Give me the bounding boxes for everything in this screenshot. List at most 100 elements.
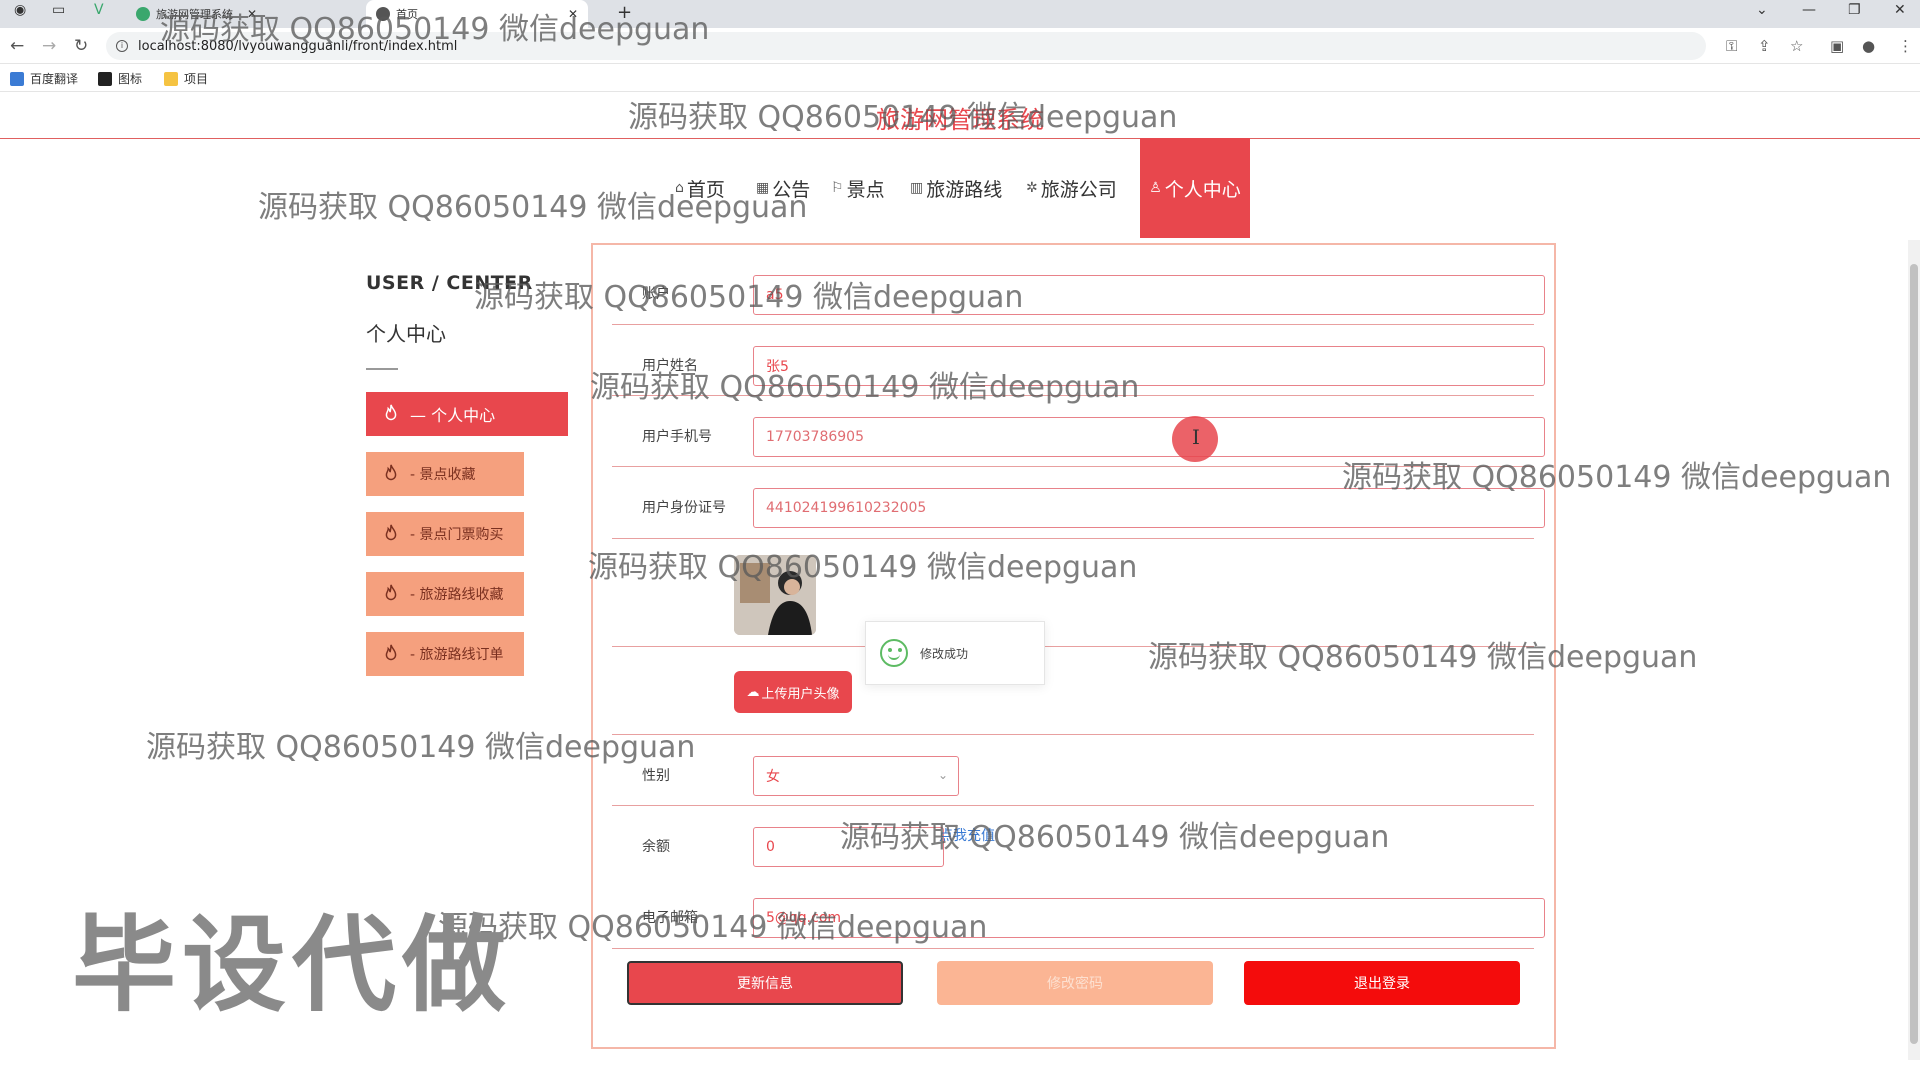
address-bar: ← → ↻ i localhost:8080/lvyouwangguanli/f… [0,28,1920,64]
more-icon[interactable]: ⋮ [1898,37,1913,55]
close-icon[interactable]: ✕ [568,7,578,21]
sidebar-item-label: - 旅游路线收藏 [410,587,504,603]
change-password-button[interactable]: 修改密码 [937,961,1213,1005]
name-input[interactable]: 张5 [753,346,1545,386]
balance-label: 余额 [642,839,670,855]
gender-value: 女 [766,769,780,785]
route-icon: ▥ [910,180,924,196]
nav-label: 公告 [772,178,811,201]
close-window-icon[interactable]: ✕ [1894,2,1906,18]
key-icon[interactable]: ⚿ [1726,37,1737,55]
nav-scenic[interactable]: ⚐ 景点 [831,138,885,238]
chevron-down-icon: ⌄ [937,768,948,782]
bookmark-item[interactable]: 项目 [164,70,208,87]
globe-icon [376,7,390,21]
tab-label: 旅游网管理系统 [156,8,233,21]
sidebar-item-scenic-favorites[interactable]: - 景点收藏 [366,452,524,496]
info-icon[interactable]: i [116,40,128,52]
tab-admin[interactable]: 旅游网管理系统 ✕ [136,0,257,28]
back-icon[interactable]: ← [10,36,24,56]
main-nav: ⌂ 首页 ▦ 公告 ⚐ 景点 ▥ 旅游路线 ✲ 旅游公司 ♙ 个人中心 [0,138,1920,238]
nav-route[interactable]: ▥ 旅游路线 [910,138,1002,238]
forward-icon[interactable]: → [42,36,56,56]
sidebar-item-ticket-purchase[interactable]: - 景点门票购买 [366,512,524,556]
vue-tab-icon[interactable]: V [94,2,104,18]
close-icon[interactable]: ✕ [247,7,257,21]
url-input[interactable]: i localhost:8080/lvyouwangguanli/front/i… [106,32,1706,60]
sidebar-item-label: - 旅游路线订单 [410,647,504,663]
sidebar-item-route-orders[interactable]: - 旅游路线订单 [366,632,524,676]
bookmark-item[interactable]: 百度翻译 [10,70,78,87]
browser-menu-icon[interactable]: ◉ [14,2,26,18]
name-label: 用户姓名 [642,358,698,374]
form-row-account: 账户 a5 [612,245,1545,325]
gender-select[interactable]: 女 ⌄ [753,756,959,796]
company-icon: ✲ [1026,180,1038,196]
restore-icon[interactable]: ❐ [1848,2,1861,18]
nav-label: 景点 [846,178,885,201]
nav-label: 旅游路线 [926,178,1003,201]
email-input[interactable]: 5@qq.com [753,898,1545,938]
email-label: 电子邮箱 [642,910,698,926]
sidebar-title-en: USER / CENTER [366,272,533,294]
account-label: 账户 [642,286,670,302]
upload-label: 上传用户头像 [761,686,840,702]
form-row-gender: 性别 女 ⌄ [612,735,1534,806]
folder-icon [164,71,178,86]
idcard-input[interactable]: 441024199610232005 [753,488,1545,528]
tab-home[interactable]: 首页 ✕ [366,0,589,28]
avatar-image [734,555,816,635]
form-row-name: 用户姓名 张5 [612,325,1545,396]
flame-icon [385,404,397,421]
form-row-phone: 用户手机号 17703786905 [612,396,1545,467]
form-row-email: 电子邮箱 5@qq.com [612,877,1545,949]
site-title: 旅游网管理系统 [876,106,1044,134]
star-icon[interactable]: ☆ [1790,37,1803,55]
sidebar-title-cn: 个人中心 [366,322,446,346]
nav-label: 个人中心 [1164,178,1241,201]
form-row-idcard: 用户身份证号 441024199610232005 [612,467,1545,539]
flag-icon: ⚐ [831,180,844,196]
sidepanel-icon[interactable]: ▣ [1830,37,1844,55]
translate-icon [10,71,24,86]
form-row-balance: 余额 0 [612,806,1534,877]
new-tab-icon[interactable]: + [617,2,632,23]
upload-avatar-button[interactable]: ☁ 上传用户头像 [734,671,852,713]
minimize-icon[interactable]: — [1802,2,1816,18]
scrollbar[interactable] [1908,240,1920,1060]
notice-icon: ▦ [756,180,770,196]
flame-icon [385,644,397,661]
image-icon [98,71,112,86]
user-info-card: 账户 a5 用户姓名 张5 用户手机号 17703786905 用户身份证号 4… [591,243,1556,1049]
account-input[interactable]: a5 [753,275,1545,315]
reload-icon[interactable]: ↻ [74,36,88,56]
profile-icon[interactable]: ● [1862,37,1875,55]
bookmark-label: 百度翻译 [30,72,79,86]
avatar [734,555,816,635]
recharge-link[interactable]: 点我充值 [939,825,995,845]
nav-notice[interactable]: ▦ 公告 [756,138,810,238]
nav-user-center[interactable]: ♙ 个人中心 [1140,138,1250,238]
share-icon[interactable]: ⇪ [1758,37,1771,55]
gender-label: 性别 [642,768,670,784]
update-info-button[interactable]: 更新信息 [627,961,903,1005]
balance-input[interactable]: 0 [753,827,944,867]
bookmark-item[interactable]: 图标 [98,70,142,87]
scrollbar-thumb[interactable] [1910,264,1918,1044]
bookmarks-bar: 百度翻译 图标 项目 [0,64,1920,92]
chevron-down-icon[interactable]: ⌄ [1756,2,1768,18]
big-watermark: 毕设代做 [72,904,513,1026]
nav-home[interactable]: ⌂ 首页 [675,138,725,238]
flame-icon [385,464,397,481]
cloud-upload-icon: ☁ [746,684,760,700]
sidebar-item-route-favorites[interactable]: - 旅游路线收藏 [366,572,524,616]
bookmark-label: 项目 [184,72,209,86]
nav-label: 旅游公司 [1040,178,1117,201]
vue-icon [136,7,150,21]
nav-company[interactable]: ✲ 旅游公司 [1026,138,1117,238]
logout-button[interactable]: 退出登录 [1244,961,1520,1005]
sidebar-item-label: - 景点收藏 [410,467,476,483]
tab-placeholder-icon[interactable]: ▭ [52,2,65,18]
phone-input[interactable]: 17703786905 [753,417,1545,457]
sidebar-item-user-center[interactable]: — 个人中心 [366,392,568,436]
